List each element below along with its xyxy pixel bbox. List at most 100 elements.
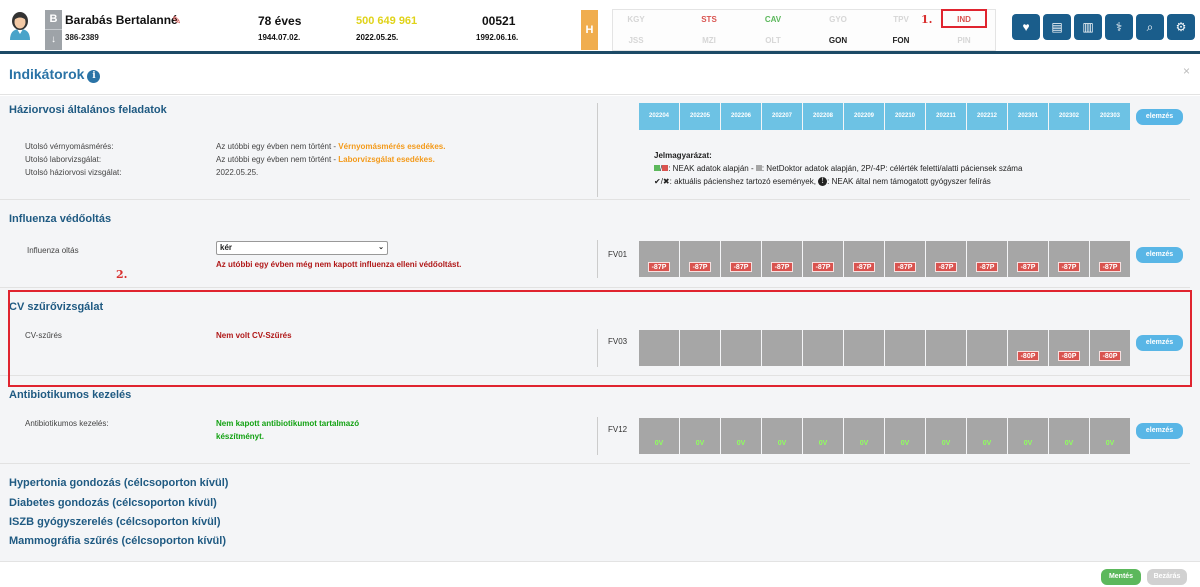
female-avatar-icon — [10, 12, 30, 40]
month-header: 202204 — [639, 103, 679, 130]
section-separator — [0, 287, 1190, 288]
section-iszb[interactable]: ISZB gyógyszerelés (célcsoporton kívül) — [9, 516, 221, 528]
indicator-cell[interactable]: -87P — [803, 241, 843, 277]
heart-icon[interactable]: ♥ — [1012, 14, 1040, 40]
indicator-cell[interactable]: 0V — [721, 418, 761, 454]
month-header: 202207 — [762, 103, 802, 130]
influenza-select[interactable]: kér ⌄ — [216, 241, 388, 255]
close-icon[interactable]: × — [1183, 64, 1190, 78]
section-hypertonia[interactable]: Hypertonia gondozás (célcsoporton kívül) — [9, 477, 228, 489]
arrow-down-icon[interactable]: ↓ — [45, 30, 62, 49]
indicator-cell[interactable]: 0V — [803, 418, 843, 454]
indicator-cell[interactable]: 0V — [844, 418, 884, 454]
indicator-cell[interactable]: 0V — [885, 418, 925, 454]
code-fv12: FV12 — [608, 425, 628, 434]
tag-icon: ✎ — [172, 15, 182, 27]
month-header: 202209 — [844, 103, 884, 130]
modal-title: Indikátorok i — [9, 66, 101, 83]
label-antibio: Antibiotikumos kezelés: — [25, 419, 109, 428]
section-diabetes[interactable]: Diabetes gondozás (célcsoporton kívül) — [9, 497, 217, 509]
annotation-2: 2. — [116, 268, 128, 281]
legend-title: Jelmagyarázat: — [654, 151, 712, 160]
document-icon[interactable]: ▤ — [1043, 14, 1071, 40]
code-fv01: FV01 — [608, 250, 628, 259]
save-button[interactable]: Mentés — [1101, 569, 1141, 585]
doctor-icon[interactable]: ⚕ — [1105, 14, 1133, 40]
indicator-badge: -87P — [648, 262, 670, 272]
indicator-cell[interactable]: -87P — [926, 241, 966, 277]
grid-divider — [597, 103, 598, 197]
indicator-cell[interactable]: 0V — [926, 418, 966, 454]
indicator-cell[interactable]: -87P — [762, 241, 802, 277]
value-haziorvosi: 2022.05.25. — [216, 168, 259, 177]
patient-last-visit: 2022.05.25. — [356, 33, 399, 42]
indicator-badge: 0V — [812, 439, 834, 449]
info-icon[interactable]: i — [87, 70, 101, 83]
indicator-cell[interactable]: -87P — [721, 241, 761, 277]
patient-type-toggle[interactable]: B ↓ — [45, 10, 62, 50]
elemzes-button-influenza[interactable]: elemzés — [1136, 247, 1183, 263]
antibio-message-1: Nem kapott antibiotikumot tartalmazó — [216, 419, 360, 428]
indicator-code-olt[interactable]: OLT — [753, 36, 793, 45]
indicator-code-pin[interactable]: PIN — [944, 36, 984, 45]
legend: Jelmagyarázat: /: NEAK adatok alapján - … — [654, 149, 1022, 188]
indicator-code-fon[interactable]: FON — [881, 36, 921, 45]
indicator-code-mzi[interactable]: MZI — [689, 36, 729, 45]
indicator-code-tpv[interactable]: TPV — [881, 15, 921, 24]
indicator-badge: 0V — [935, 439, 957, 449]
h-button[interactable]: H — [581, 10, 598, 50]
indicator-cell[interactable]: -87P — [967, 241, 1007, 277]
indicator-cell[interactable]: 0V — [967, 418, 1007, 454]
indicator-code-gyo[interactable]: GYO — [818, 15, 858, 24]
indicator-cell[interactable]: -87P — [680, 241, 720, 277]
value-vernyomas: Az utóbbi egy évben nem történt - Vérnyo… — [216, 142, 445, 151]
label-influenza: Influenza oltás — [27, 246, 79, 255]
month-header: 202303 — [1090, 103, 1130, 130]
indicator-cell[interactable]: 0V — [680, 418, 720, 454]
section-title-influenza: Influenza védőoltás — [9, 213, 112, 225]
indicator-code-kgy[interactable]: KGY — [616, 15, 656, 24]
legend-line-2b-text: : NEAK által nem támogatott gyógyszer fe… — [827, 177, 991, 186]
indicator-badge: 0V — [1099, 439, 1121, 449]
indicator-cell[interactable]: -87P — [885, 241, 925, 277]
indicator-code-cav[interactable]: CAV — [753, 15, 793, 24]
indicator-cell[interactable]: 0V — [1008, 418, 1048, 454]
indicator-badge: -87P — [689, 262, 711, 272]
annotation-1: 1. — [921, 13, 933, 26]
section-separator — [0, 463, 1190, 464]
modal-title-text: Indikátorok — [9, 66, 85, 82]
patient-code: 00521 — [482, 14, 516, 28]
value-labor: Az utóbbi egy évben nem történt - Laborv… — [216, 155, 435, 164]
indicator-code-gon[interactable]: GON — [818, 36, 858, 45]
indicator-cell[interactable]: -87P — [1090, 241, 1130, 277]
indicator-badge: -87P — [853, 262, 875, 272]
indicator-badge: 0V — [689, 439, 711, 449]
indicator-code-jss[interactable]: JSS — [616, 36, 656, 45]
indicator-cell[interactable]: -87P — [844, 241, 884, 277]
close-button[interactable]: Bezárás — [1147, 569, 1187, 585]
books-icon[interactable]: ▥ — [1074, 14, 1102, 40]
legend-line-2-text: ✔/✖: aktuális pácienshez tartozó esemény… — [654, 177, 819, 186]
settings-icon[interactable]: ⚙ — [1167, 14, 1195, 40]
label-vernyomas: Utolsó vérnyomásmérés: — [25, 142, 114, 151]
search-icon[interactable]: ⌕ — [1136, 14, 1164, 40]
indicator-cell[interactable]: 0V — [1090, 418, 1130, 454]
section-separator — [0, 199, 1190, 200]
cv-highlight-box — [8, 290, 1192, 387]
elemzes-button-haziorvosi[interactable]: elemzés — [1136, 109, 1183, 125]
value-vernyomas-text: Az utóbbi egy évben nem történt - — [216, 142, 339, 151]
avatar — [7, 10, 33, 40]
indicator-cell[interactable]: 0V — [762, 418, 802, 454]
indicator-cell[interactable]: 0V — [1049, 418, 1089, 454]
indicator-cell[interactable]: -87P — [1049, 241, 1089, 277]
influenza-select-value: kér — [220, 243, 233, 252]
section-mammografia[interactable]: Mammográfia szűrés (célcsoporton kívül) — [9, 535, 226, 547]
indicator-cell[interactable]: -87P — [639, 241, 679, 277]
exclamation-icon: ! — [818, 177, 828, 186]
indicator-code-sts[interactable]: STS — [689, 15, 729, 24]
patient-phone: 386-2389 — [65, 33, 99, 42]
indicator-badge: 0V — [730, 439, 752, 449]
indicator-cell[interactable]: 0V — [639, 418, 679, 454]
indicator-cell[interactable]: -87P — [1008, 241, 1048, 277]
elemzes-button-antibio[interactable]: elemzés — [1136, 423, 1183, 439]
